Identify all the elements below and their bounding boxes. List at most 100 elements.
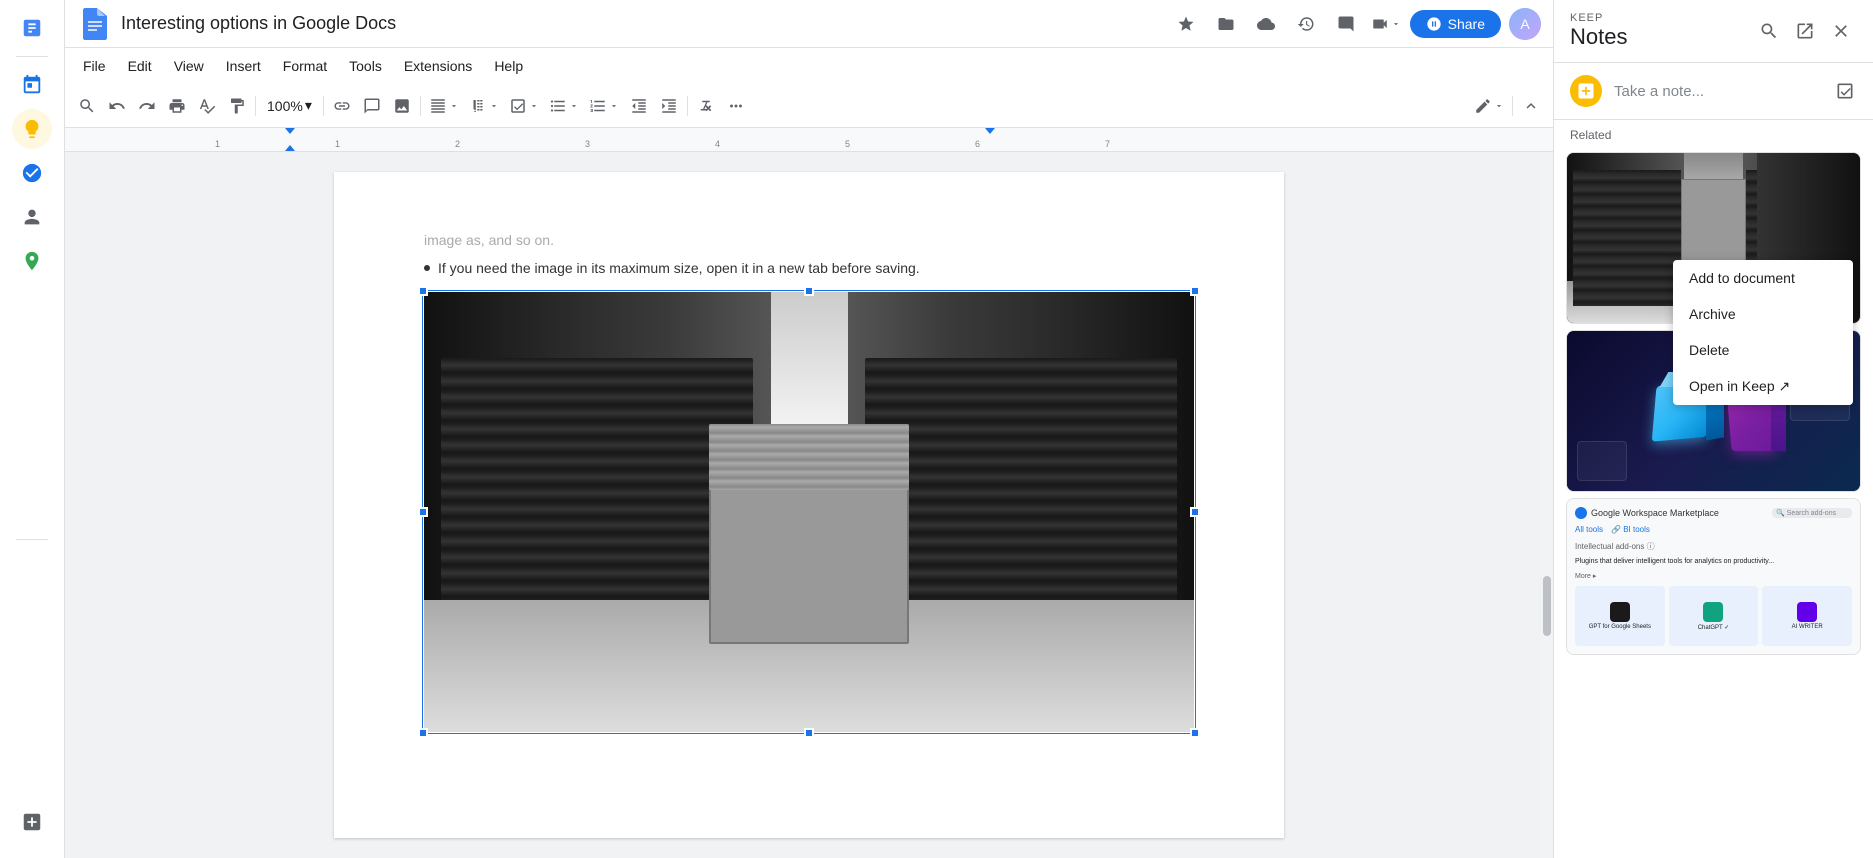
bullet-list-btn[interactable] bbox=[545, 92, 583, 120]
handle-tl[interactable] bbox=[418, 286, 428, 296]
star-icon-btn[interactable] bbox=[1170, 8, 1202, 40]
ruler-marker-5: 5 bbox=[845, 139, 850, 149]
ruler-marker-7: 7 bbox=[1105, 139, 1110, 149]
main-content: Interesting options in Google Docs bbox=[65, 0, 1553, 858]
toolbar-sep-4 bbox=[687, 96, 688, 116]
spell-check-btn[interactable] bbox=[193, 92, 221, 120]
redo-btn[interactable] bbox=[133, 92, 161, 120]
decrease-indent-btn[interactable] bbox=[625, 92, 653, 120]
scrollbar[interactable] bbox=[1541, 152, 1553, 858]
doc-area: image as, and so on. If you need the ima… bbox=[65, 152, 1553, 858]
notes-list: Google Workspace Marketplace 🔍 Search ad… bbox=[1554, 146, 1873, 858]
undo-btn[interactable] bbox=[103, 92, 131, 120]
contacts-icon[interactable] bbox=[12, 197, 52, 237]
bullet-text: If you need the image in its maximum siz… bbox=[438, 260, 920, 276]
user-avatar[interactable]: A bbox=[1509, 8, 1541, 40]
numbered-list-btn[interactable] bbox=[585, 92, 623, 120]
scrollbar-thumb[interactable] bbox=[1543, 576, 1551, 636]
increase-indent-btn[interactable] bbox=[655, 92, 683, 120]
keep-close-btn[interactable] bbox=[1825, 15, 1857, 47]
clear-format-btn[interactable] bbox=[692, 92, 720, 120]
keep-title-area: KEEP Notes bbox=[1570, 12, 1753, 50]
video-icon-btn[interactable] bbox=[1370, 8, 1402, 40]
keep-open-btn[interactable] bbox=[1789, 15, 1821, 47]
search-toolbar-btn[interactable] bbox=[73, 92, 101, 120]
folder-icon-btn[interactable] bbox=[1210, 8, 1242, 40]
keep-sidebar: KEEP Notes Take a note... Related bbox=[1553, 0, 1873, 858]
maps-icon[interactable] bbox=[12, 241, 52, 281]
tasks-icon[interactable] bbox=[12, 153, 52, 193]
handle-br[interactable] bbox=[1190, 728, 1200, 738]
context-add-to-doc[interactable]: Add to document bbox=[1673, 260, 1853, 296]
calendar-icon[interactable] bbox=[12, 65, 52, 105]
ruler: 1 1 2 3 4 5 6 7 bbox=[65, 128, 1553, 152]
paint-format-btn[interactable] bbox=[223, 92, 251, 120]
toolbar-sep-1 bbox=[255, 96, 256, 116]
toolbar-sep-5 bbox=[1512, 96, 1513, 116]
handle-ml[interactable] bbox=[418, 507, 428, 517]
keep-name: Notes bbox=[1570, 24, 1753, 50]
context-delete[interactable]: Delete bbox=[1673, 332, 1853, 368]
toolbar: 100% ▾ bbox=[65, 84, 1553, 128]
title-icons: Share A bbox=[1170, 8, 1541, 40]
collapse-toolbar-btn[interactable] bbox=[1517, 92, 1545, 120]
doc-page: image as, and so on. If you need the ima… bbox=[334, 172, 1284, 838]
ruler-right-indent[interactable] bbox=[985, 128, 995, 134]
pen-btn[interactable] bbox=[1470, 92, 1508, 120]
history-icon-btn[interactable] bbox=[1290, 8, 1322, 40]
sidebar-divider-1 bbox=[16, 56, 48, 57]
zoom-selector[interactable]: 100% ▾ bbox=[260, 94, 319, 117]
app-sidebar bbox=[0, 0, 65, 858]
keep-search-btn[interactable] bbox=[1753, 15, 1785, 47]
new-note-btn[interactable] bbox=[1570, 75, 1602, 107]
handle-bm[interactable] bbox=[804, 728, 814, 738]
handle-mr[interactable] bbox=[1190, 507, 1200, 517]
line-spacing-btn[interactable] bbox=[465, 92, 503, 120]
keep-header-icons bbox=[1753, 15, 1857, 47]
handle-tr[interactable] bbox=[1190, 286, 1200, 296]
checkbox-icon[interactable] bbox=[1833, 79, 1857, 103]
mp-grid: GPT for Google Sheets ChatGPT ✓ AI WRITE… bbox=[1575, 586, 1852, 646]
menu-help[interactable]: Help bbox=[484, 54, 533, 78]
sidebar-divider-2 bbox=[16, 539, 48, 540]
print-btn[interactable] bbox=[163, 92, 191, 120]
ruler-marker-6: 6 bbox=[975, 139, 980, 149]
insert-comment-btn[interactable] bbox=[358, 92, 386, 120]
menu-insert[interactable]: Insert bbox=[216, 54, 271, 78]
ruler-marker-2: 2 bbox=[455, 139, 460, 149]
ruler-left-indent[interactable] bbox=[285, 128, 295, 134]
context-archive[interactable]: Archive bbox=[1673, 296, 1853, 332]
keep-header: KEEP Notes bbox=[1554, 0, 1873, 63]
share-button[interactable]: Share bbox=[1410, 10, 1501, 38]
note-card-3[interactable]: Google Workspace Marketplace 🔍 Search ad… bbox=[1566, 498, 1861, 655]
menu-edit[interactable]: Edit bbox=[118, 54, 162, 78]
align-btn[interactable] bbox=[425, 92, 463, 120]
take-note-area[interactable]: Take a note... bbox=[1554, 63, 1873, 120]
docs-logo bbox=[77, 6, 113, 42]
doc-title: Interesting options in Google Docs bbox=[121, 13, 1162, 34]
menu-format[interactable]: Format bbox=[273, 54, 337, 78]
comment-icon-btn[interactable] bbox=[1330, 8, 1362, 40]
menu-tools[interactable]: Tools bbox=[339, 54, 392, 78]
note-card-3-image: Google Workspace Marketplace 🔍 Search ad… bbox=[1567, 499, 1860, 654]
menu-file[interactable]: File bbox=[73, 54, 116, 78]
menu-extensions[interactable]: Extensions bbox=[394, 54, 482, 78]
more-options-btn[interactable] bbox=[722, 92, 750, 120]
image-container[interactable] bbox=[424, 292, 1194, 732]
insert-image-btn[interactable] bbox=[388, 92, 416, 120]
handle-tm[interactable] bbox=[804, 286, 814, 296]
handle-bl[interactable] bbox=[418, 728, 428, 738]
google-docs-app-icon[interactable] bbox=[12, 8, 52, 48]
add-app-button[interactable] bbox=[12, 802, 52, 842]
checklist-btn[interactable] bbox=[505, 92, 543, 120]
keep-sidebar-icon[interactable] bbox=[12, 109, 52, 149]
take-note-placeholder[interactable]: Take a note... bbox=[1614, 83, 1821, 100]
menu-view[interactable]: View bbox=[164, 54, 214, 78]
related-label: Related bbox=[1554, 120, 1873, 146]
ruler-first-line-indent[interactable] bbox=[285, 145, 295, 151]
ruler-marker-0: 1 bbox=[215, 139, 220, 149]
cloud-icon-btn[interactable] bbox=[1250, 8, 1282, 40]
mp-item-ai-writer: AI WRITER bbox=[1762, 586, 1852, 646]
context-open-in-keep[interactable]: Open in Keep ↗ bbox=[1673, 368, 1853, 405]
insert-link-btn[interactable] bbox=[328, 92, 356, 120]
